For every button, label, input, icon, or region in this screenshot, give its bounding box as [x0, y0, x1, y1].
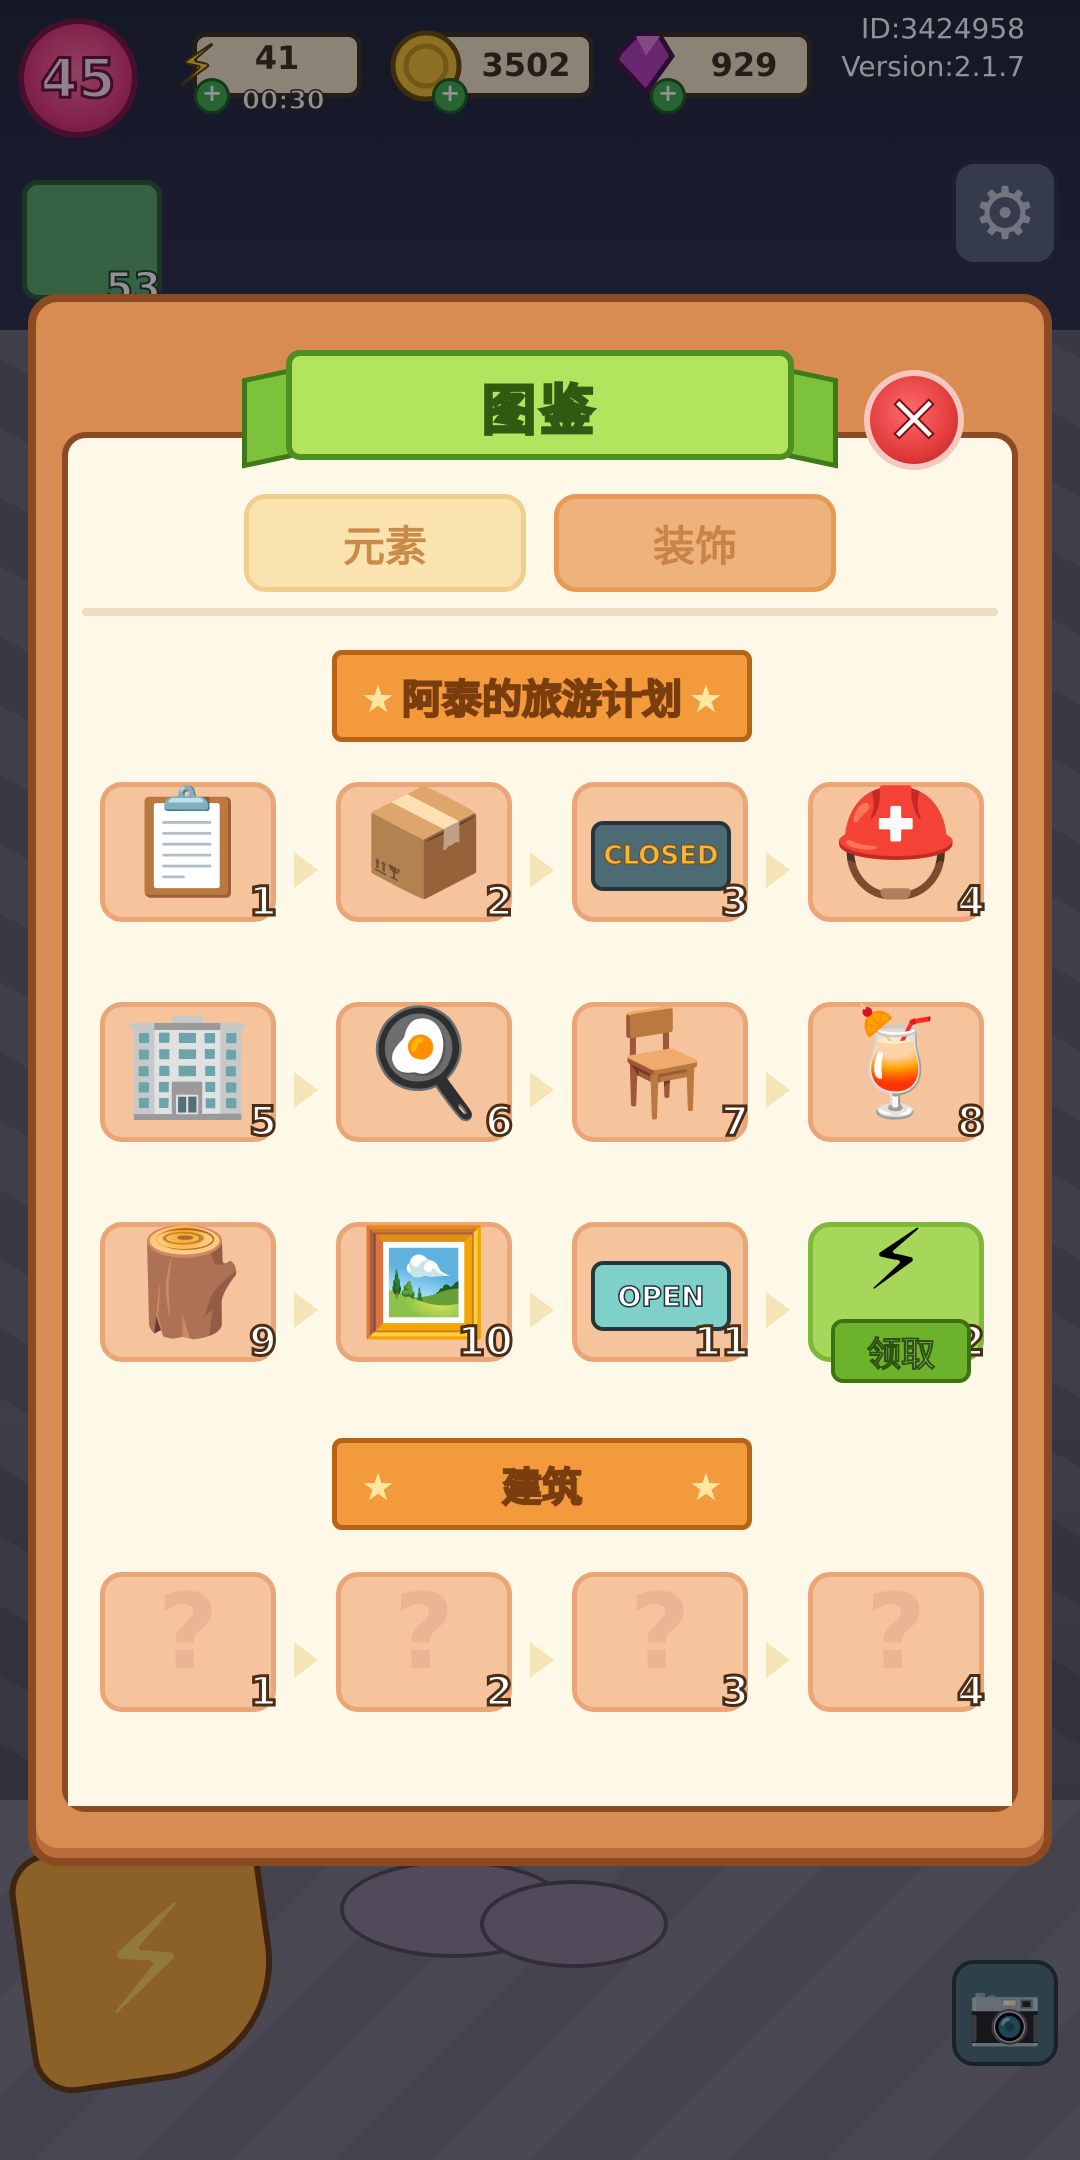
chevron-right-icon: [530, 1642, 554, 1678]
star-icon: ★: [688, 677, 723, 721]
section-title: 阿泰的旅游计划: [401, 676, 683, 724]
item-number: 2: [484, 1668, 515, 1717]
collection-item-locked[interactable]: ? 3: [572, 1572, 751, 1717]
chevron-right-icon: [530, 852, 554, 888]
frying-pan-icon: 🍳: [359, 1001, 489, 1123]
firewood-icon: 🪵: [123, 1221, 253, 1343]
close-glyph: ✕: [885, 381, 942, 460]
claim-button[interactable]: 领取: [831, 1319, 971, 1383]
tab-divider: [82, 608, 998, 616]
chevron-right-icon: [530, 1292, 554, 1328]
star-icon: ★: [688, 1465, 723, 1509]
building-icon: 🏢: [123, 1001, 253, 1123]
clipboard-icon: 📋: [123, 781, 253, 903]
collection-item[interactable]: 🍳 6: [336, 1002, 515, 1147]
tab-elements[interactable]: 元素: [244, 494, 526, 592]
item-number: 1: [248, 878, 279, 927]
sign-text: OPEN: [617, 1279, 705, 1314]
panel-title: 图鉴: [481, 377, 598, 443]
boxes-icon: 📦: [359, 781, 489, 903]
tab-elements-label: 元素: [342, 521, 427, 571]
item-number: 8: [956, 1098, 987, 1147]
collection-item[interactable]: 🖼️ 10: [336, 1222, 515, 1367]
item-number: 4: [956, 1668, 987, 1717]
chevron-right-icon: [766, 852, 790, 888]
item-number: 3: [720, 878, 751, 927]
question-mark-icon: ?: [393, 1571, 455, 1693]
sign-text: CLOSED: [603, 841, 719, 872]
item-number: 5: [248, 1098, 279, 1147]
collection-item[interactable]: OPEN 11: [572, 1222, 751, 1367]
panel-title-banner: 图鉴: [242, 340, 838, 470]
chevron-right-icon: [766, 1642, 790, 1678]
tab-decorations[interactable]: 装饰: [554, 494, 836, 592]
star-icon: ★: [361, 1465, 396, 1509]
tab-decorations-label: 装饰: [652, 521, 737, 571]
question-mark-icon: ?: [865, 1571, 927, 1693]
section-title: 建筑: [501, 1464, 583, 1512]
chevron-right-icon: [530, 1072, 554, 1108]
item-number: 6: [484, 1098, 515, 1147]
collection-item-locked[interactable]: ? 4: [808, 1572, 987, 1717]
close-icon[interactable]: ✕: [864, 370, 964, 470]
collection-item[interactable]: ⛑️ 4: [808, 782, 987, 927]
helmet-icon: ⛑️: [831, 781, 961, 903]
collection-item[interactable]: CLOSED 3: [572, 782, 751, 927]
collection-item[interactable]: 🏢 5: [100, 1002, 279, 1147]
question-mark-icon: ?: [157, 1571, 219, 1693]
item-number: 1: [248, 1668, 279, 1717]
lightning-bolt-icon: ⚡: [866, 1211, 926, 1309]
chevron-right-icon: [766, 1072, 790, 1108]
tropical-drink-icon: 🍹: [831, 1001, 961, 1123]
lifeguard-chair-icon: 🪑: [595, 1001, 725, 1123]
item-number: 10: [456, 1318, 515, 1367]
title-plate: 图鉴: [286, 350, 794, 460]
section-banner-travel-plan: ★ 阿泰的旅游计划 ★: [332, 650, 752, 742]
collection-item-locked[interactable]: ? 1: [100, 1572, 279, 1717]
collection-item-claimable[interactable]: ⚡ 12 领取: [808, 1218, 986, 1383]
claim-label: 领取: [867, 1334, 936, 1375]
chevron-right-icon: [766, 1292, 790, 1328]
item-number: 9: [248, 1318, 279, 1367]
item-number: 3: [720, 1668, 751, 1717]
collection-item-locked[interactable]: ? 2: [336, 1572, 515, 1717]
item-number: 7: [720, 1098, 751, 1147]
item-number: 2: [484, 878, 515, 927]
chevron-right-icon: [294, 1072, 318, 1108]
scroll-fade: [68, 1736, 1012, 1806]
item-number: 4: [956, 878, 987, 927]
section-banner-buildings: ★ 建筑 ★: [332, 1438, 752, 1530]
closed-sign-icon: CLOSED: [591, 821, 731, 891]
chevron-right-icon: [294, 1292, 318, 1328]
question-mark-icon: ?: [629, 1571, 691, 1693]
collection-item[interactable]: 🪑 7: [572, 1002, 751, 1147]
chevron-right-icon: [294, 1642, 318, 1678]
collection-item[interactable]: 🍹 8: [808, 1002, 987, 1147]
collection-item[interactable]: 📦 2: [336, 782, 515, 927]
item-number: 11: [692, 1318, 751, 1367]
collection-item[interactable]: 🪵 9: [100, 1222, 279, 1367]
chevron-right-icon: [294, 852, 318, 888]
star-icon: ★: [361, 677, 396, 721]
collection-item[interactable]: 📋 1: [100, 782, 279, 927]
